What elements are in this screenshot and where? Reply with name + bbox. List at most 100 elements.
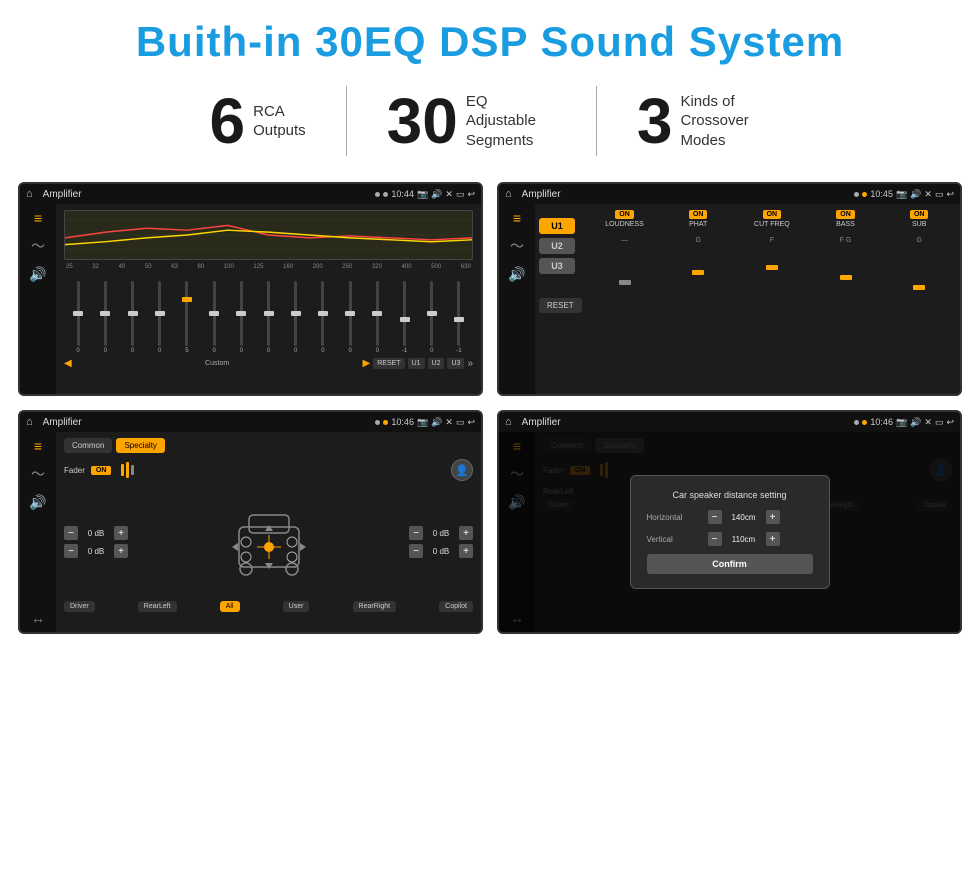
dialog-vertical-plus[interactable]: + xyxy=(766,532,780,546)
ch-loudness-val: — xyxy=(590,237,660,244)
eq-sidebar-icon-eq[interactable]: ≡ xyxy=(34,210,42,226)
fader-db3-plus[interactable]: + xyxy=(459,526,473,540)
crossover-dot1 xyxy=(854,192,859,197)
eq-x-icon: ✕ xyxy=(445,189,453,200)
dialog-vertical-value: 110cm xyxy=(726,535,762,544)
eq-sidebar-icon-wave[interactable]: 〜 xyxy=(31,236,45,256)
dialog-rect-icon: ▭ xyxy=(935,417,944,428)
eq-next-btn[interactable]: ▶ xyxy=(363,358,371,369)
fader-db4-value: 0 dB xyxy=(426,547,456,556)
ch-loudness-label: LOUDNESS xyxy=(605,221,644,228)
dialog-x-icon: ✕ xyxy=(924,417,932,428)
ch-cutfreq-val: F xyxy=(737,237,807,244)
fader-all-btn[interactable]: All xyxy=(220,601,240,612)
fader-home-icon[interactable]: ⌂ xyxy=(26,416,33,428)
fader-sidebar-eq[interactable]: ≡ xyxy=(34,438,42,454)
crossover-u3-btn[interactable]: U3 xyxy=(539,258,575,274)
dialog-title: Car speaker distance setting xyxy=(647,490,813,500)
eq-left-sidebar: ≡ 〜 🔊 xyxy=(20,204,56,394)
dialog-vertical-row: Vertical − 110cm + xyxy=(647,532,813,546)
fader-sidebar-wave[interactable]: 〜 xyxy=(31,464,45,484)
fader-db1-plus[interactable]: + xyxy=(114,526,128,540)
eq-reset-btn[interactable]: RESET xyxy=(373,358,404,369)
eq-slider-5: 0 xyxy=(202,281,226,354)
ch-bass-on[interactable]: ON xyxy=(836,210,855,219)
eq-freq-labels: 2532405063 80100125160200 25032040050063… xyxy=(64,264,473,270)
ch-sub-on[interactable]: ON xyxy=(910,210,929,219)
fader-on-badge[interactable]: ON xyxy=(91,466,112,475)
dialog-vol-icon: 🔊 xyxy=(910,417,921,428)
eq-status-dot1 xyxy=(375,192,380,197)
ch-bass-val: F G xyxy=(811,237,881,244)
fader-screen-title: Amplifier xyxy=(43,417,372,428)
crossover-status-bar: ⌂ Amplifier 10:45 📷 🔊 ✕ ▭ ↩ xyxy=(499,184,960,204)
ch-sub: ON SUB xyxy=(884,210,954,230)
eq-sliders-row: 0 0 0 0 5 xyxy=(64,274,473,354)
crossover-camera-icon: 📷 xyxy=(896,189,907,200)
eq-sidebar-icon-vol[interactable]: 🔊 xyxy=(29,266,46,283)
eq-vol-icon: 🔊 xyxy=(431,189,442,200)
fader-db2-minus[interactable]: − xyxy=(64,544,78,558)
stat-rca: 6 RCAOutputs xyxy=(170,89,346,153)
eq-u3-btn[interactable]: U3 xyxy=(447,358,464,369)
eq-back-icon[interactable]: ↩ xyxy=(467,189,475,200)
stat-crossover-number: 3 xyxy=(637,89,673,153)
fader-copilot-btn[interactable]: Copilot xyxy=(439,601,473,612)
fader-back-icon[interactable]: ↩ xyxy=(467,417,475,428)
fader-rearright-btn[interactable]: RearRight xyxy=(353,601,397,612)
fader-rearleft-btn[interactable]: RearLeft xyxy=(138,601,177,612)
eq-u2-btn[interactable]: U2 xyxy=(428,358,445,369)
dialog-home-icon[interactable]: ⌂ xyxy=(505,416,512,428)
crossover-back-icon[interactable]: ↩ xyxy=(946,189,954,200)
dialog-status-bar: ⌂ Amplifier 10:46 📷 🔊 ✕ ▭ ↩ xyxy=(499,412,960,432)
dialog-confirm-button[interactable]: Confirm xyxy=(647,554,813,574)
fader-dot2 xyxy=(383,420,388,425)
eq-u1-btn[interactable]: U1 xyxy=(408,358,425,369)
fader-car-diagram xyxy=(136,487,401,597)
fader-profile-icon[interactable]: 👤 xyxy=(451,459,473,481)
dialog-vertical-minus[interactable]: − xyxy=(708,532,722,546)
crossover-reset-btn[interactable]: RESET xyxy=(539,298,582,313)
fader-db4-plus[interactable]: + xyxy=(459,544,473,558)
home-icon[interactable]: ⌂ xyxy=(26,188,33,200)
fader-left-sidebar: ≡ 〜 🔊 ↔ xyxy=(20,432,56,632)
dialog-box: Car speaker distance setting Horizontal … xyxy=(630,475,830,589)
fader-dot1 xyxy=(375,420,380,425)
dialog-overlay: Car speaker distance setting Horizontal … xyxy=(499,432,960,632)
eq-rect-icon: ▭ xyxy=(456,189,465,200)
dialog-horizontal-minus[interactable]: − xyxy=(708,510,722,524)
eq-prev-btn[interactable]: ◀ xyxy=(64,358,72,369)
eq-slider-8: 0 xyxy=(284,281,308,354)
fader-db3-minus[interactable]: − xyxy=(409,526,423,540)
dialog-screen-title: Amplifier xyxy=(522,417,851,428)
crossover-sidebar-eq[interactable]: ≡ xyxy=(513,210,521,226)
fader-sidebar-vol[interactable]: 🔊 xyxy=(29,494,46,511)
fader-db4-minus[interactable]: − xyxy=(409,544,423,558)
crossover-u1-btn[interactable]: U1 xyxy=(539,218,575,234)
page-title: Buith-in 30EQ DSP Sound System xyxy=(20,18,960,66)
crossover-vol-icon: 🔊 xyxy=(910,189,921,200)
fader-time: 10:46 xyxy=(391,417,414,427)
eq-slider-13: 0 xyxy=(420,281,444,354)
fader-user-btn[interactable]: User xyxy=(283,601,310,612)
stat-eq-number: 30 xyxy=(387,89,458,153)
crossover-u2-btn[interactable]: U2 xyxy=(539,238,575,254)
ch-phat-on[interactable]: ON xyxy=(689,210,708,219)
fader-db1-minus[interactable]: − xyxy=(64,526,78,540)
crossover-sidebar-vol[interactable]: 🔊 xyxy=(508,266,525,283)
fader-db2-plus[interactable]: + xyxy=(114,544,128,558)
fader-db3-value: 0 dB xyxy=(426,529,456,538)
fader-sidebar-arrows[interactable]: ↔ xyxy=(31,610,45,626)
dialog-vertical-label: Vertical xyxy=(647,535,702,544)
fader-tab-common[interactable]: Common xyxy=(64,438,112,453)
ch-cutfreq-on[interactable]: ON xyxy=(763,210,782,219)
crossover-sidebar-wave[interactable]: 〜 xyxy=(510,236,524,256)
fader-tab-specialty[interactable]: Specialty xyxy=(116,438,164,453)
dialog-horizontal-plus[interactable]: + xyxy=(766,510,780,524)
crossover-screen-body: ≡ 〜 🔊 U1 U2 U3 RESET ON xyxy=(499,204,960,394)
ch-loudness-on[interactable]: ON xyxy=(615,210,634,219)
crossover-home-icon[interactable]: ⌂ xyxy=(505,188,512,200)
eq-slider-3: 0 xyxy=(148,281,172,354)
fader-driver-btn[interactable]: Driver xyxy=(64,601,95,612)
dialog-back-icon[interactable]: ↩ xyxy=(946,417,954,428)
